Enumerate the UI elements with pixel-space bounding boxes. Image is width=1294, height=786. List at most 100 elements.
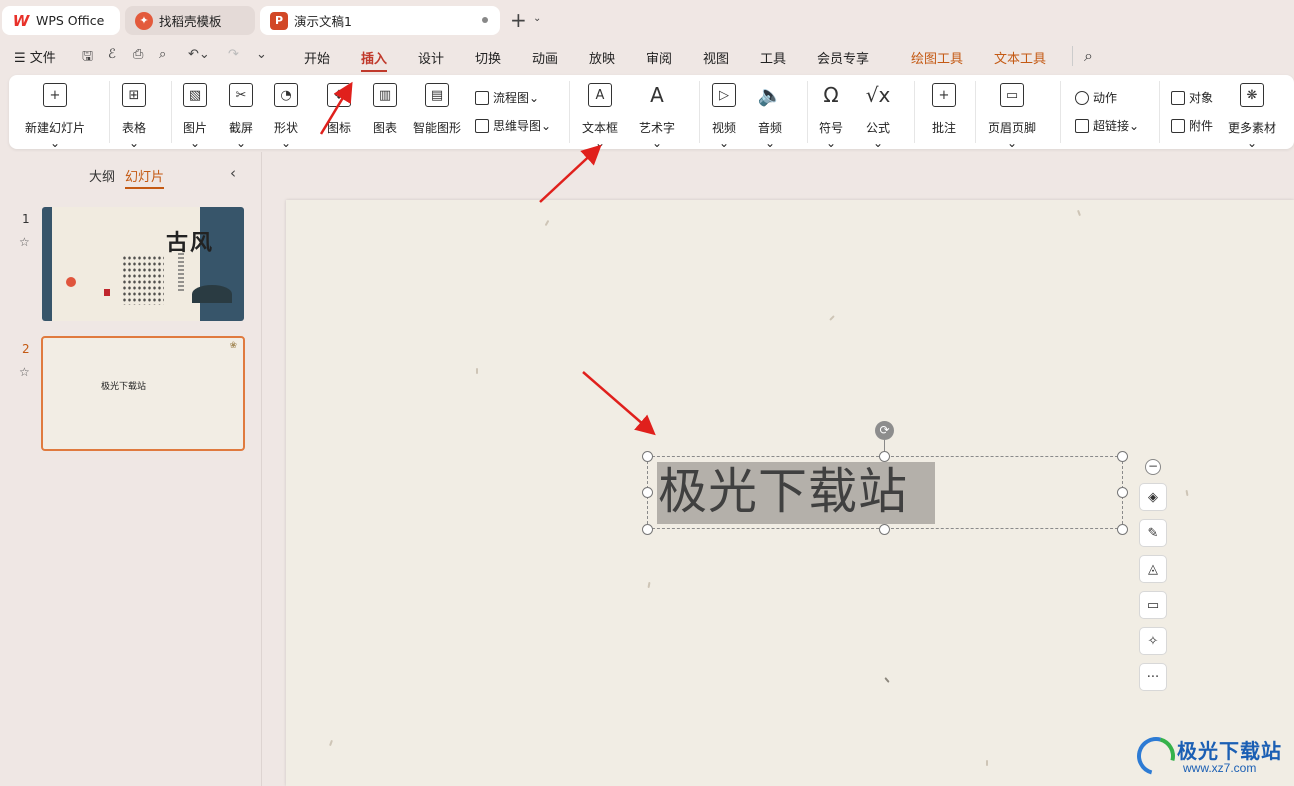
flowchart-icon: [475, 90, 489, 105]
ribbon-divider: [1060, 81, 1061, 143]
search-icon[interactable]: ⌕: [1084, 46, 1093, 66]
attachment-button[interactable]: 附件: [1171, 117, 1213, 134]
comment-icon: +: [932, 83, 956, 107]
star-icon[interactable]: ☆: [19, 365, 30, 379]
collapse-panel-icon[interactable]: ‹: [230, 164, 236, 182]
fill-icon[interactable]: ◬: [1139, 555, 1167, 583]
resize-handle[interactable]: [879, 451, 890, 462]
slide-thumbnail-1[interactable]: 古风: [42, 207, 244, 321]
tab-slides[interactable]: 幻灯片: [125, 166, 165, 189]
slide-text[interactable]: 极光下载站: [658, 461, 908, 523]
tab-label: WPS Office: [36, 13, 105, 28]
layers-icon[interactable]: ◈: [1139, 483, 1167, 511]
file-menu[interactable]: ☰ 文件: [14, 47, 56, 66]
video-button[interactable]: ▷ 视频 ⌄: [712, 83, 736, 150]
slide-thumbnail-2[interactable]: ❀ 极光下载站: [41, 336, 245, 451]
tab-presentation[interactable]: P 演示文稿1: [260, 6, 500, 35]
picture-button[interactable]: ▧ 图片 ⌄: [183, 83, 207, 150]
menu-start[interactable]: 开始: [304, 48, 330, 67]
icon-button[interactable]: ❖ 图标: [327, 83, 351, 136]
print-preview-icon[interactable]: ⌕: [159, 47, 166, 62]
table-button[interactable]: ⊞ 表格 ⌄: [122, 83, 146, 150]
menu-design[interactable]: 设计: [418, 48, 444, 67]
resize-handle[interactable]: [642, 524, 653, 535]
undo-icon[interactable]: ↶⌄: [188, 47, 210, 62]
star-icon[interactable]: ☆: [19, 235, 30, 249]
ribbon-divider: [1159, 81, 1160, 143]
daoke-icon: ✦: [135, 11, 153, 30]
ribbon-divider: [975, 81, 976, 143]
picture-icon: ▧: [183, 83, 207, 107]
tab-list-chevron-icon[interactable]: ⌄: [533, 13, 541, 24]
resize-handle[interactable]: [879, 524, 890, 535]
hamburger-icon: ☰: [14, 51, 30, 66]
menu-review[interactable]: 审阅: [646, 48, 672, 67]
flowchart-button[interactable]: 流程图 ⌄: [475, 89, 539, 106]
audio-icon: 🔈: [757, 83, 783, 107]
insert-ribbon: + 新建幻灯片 ⌄ ⊞ 表格 ⌄ ▧ 图片 ⌄ ✂ 截屏 ⌄ ◔ 形状 ⌄ ❖ 图标 ▥ …: [9, 75, 1294, 150]
paperclip-icon: [1171, 118, 1185, 133]
paper-texture-speck: [884, 677, 890, 683]
more-icon[interactable]: ···: [1139, 663, 1167, 691]
menu-transition[interactable]: 切换: [475, 48, 501, 67]
menu-animation[interactable]: 动画: [532, 48, 558, 67]
more-assets-button[interactable]: ❋ 更多素材 ⌄: [1228, 83, 1276, 150]
menu-insert[interactable]: 插入: [361, 48, 388, 72]
selected-text-box[interactable]: 极光下载站: [647, 456, 1123, 529]
thumbnail-text-block: [122, 255, 164, 305]
collapse-toolbar-icon[interactable]: −: [1145, 459, 1161, 475]
textbox-button[interactable]: A 文本框 ⌄: [582, 83, 618, 150]
effects-icon[interactable]: ✧: [1139, 627, 1167, 655]
wordart-button[interactable]: A 艺术字 ⌄: [639, 83, 675, 150]
resize-handle[interactable]: [642, 487, 653, 498]
resize-handle[interactable]: [642, 451, 653, 462]
new-slide-button[interactable]: + 新建幻灯片 ⌄: [25, 83, 85, 150]
more-quick-actions-icon[interactable]: ⌄: [256, 47, 267, 62]
thumbnail-title: 古风: [166, 230, 215, 256]
mindmap-button[interactable]: 思维导图 ⌄: [475, 117, 551, 134]
resize-handle[interactable]: [1117, 451, 1128, 462]
paper-texture-speck: [647, 581, 651, 589]
menu-drawing-tools[interactable]: 绘图工具: [911, 48, 963, 67]
object-button[interactable]: 对象: [1171, 89, 1213, 106]
menu-divider: [1072, 46, 1073, 66]
formula-button[interactable]: √x 公式 ⌄: [866, 83, 891, 150]
pen-icon[interactable]: ✎: [1139, 519, 1167, 547]
new-tab-plus-icon[interactable]: +: [510, 9, 527, 31]
menu-member[interactable]: 会员专享: [817, 48, 869, 67]
shape-icon: ◔: [274, 83, 298, 107]
smartart-button[interactable]: ▤ 智能图形: [413, 83, 461, 136]
header-footer-icon: ▭: [1000, 83, 1024, 107]
shape-button[interactable]: ◔ 形状 ⌄: [274, 83, 298, 150]
menu-view[interactable]: 视图: [703, 48, 729, 67]
border-icon[interactable]: ▭: [1139, 591, 1167, 619]
symbol-button[interactable]: Ω 符号 ⌄: [819, 83, 843, 150]
link-icon: [1075, 118, 1089, 133]
hyperlink-button[interactable]: 超链接 ⌄: [1075, 117, 1139, 134]
ribbon-divider: [109, 81, 110, 143]
slide-number: 1: [22, 212, 30, 226]
paper-texture-speck: [476, 368, 478, 374]
menu-tools[interactable]: 工具: [760, 48, 786, 67]
menu-slideshow[interactable]: 放映: [589, 48, 615, 67]
screenshot-button[interactable]: ✂ 截屏 ⌄: [229, 83, 253, 150]
menu-text-tools[interactable]: 文本工具: [994, 48, 1046, 67]
tab-outline[interactable]: 大纲: [89, 166, 115, 185]
print-icon[interactable]: ⎙: [133, 47, 143, 62]
resize-handle[interactable]: [1117, 524, 1128, 535]
action-button[interactable]: 动作: [1075, 89, 1117, 106]
rotate-handle-icon[interactable]: ⟳: [875, 421, 894, 440]
audio-button[interactable]: 🔈 音频 ⌄: [757, 83, 783, 150]
chart-button[interactable]: ▥ 图表: [373, 83, 397, 136]
resize-handle[interactable]: [1117, 487, 1128, 498]
comment-button[interactable]: + 批注: [932, 83, 956, 136]
header-footer-button[interactable]: ▭ 页眉页脚 ⌄: [988, 83, 1036, 150]
paper-texture-speck: [986, 760, 988, 766]
tab-daoke-templates[interactable]: ✦ 找稻壳模板: [125, 6, 255, 35]
format-painter-icon[interactable]: ℰ: [108, 47, 116, 62]
flower-decoration-icon: ❀: [229, 341, 237, 351]
thumbnail-mountain: [192, 285, 232, 303]
save-icon[interactable]: 🖫: [82, 47, 93, 69]
tab-wps-office[interactable]: W WPS Office: [2, 6, 120, 35]
redo-icon[interactable]: ↷: [228, 47, 239, 62]
